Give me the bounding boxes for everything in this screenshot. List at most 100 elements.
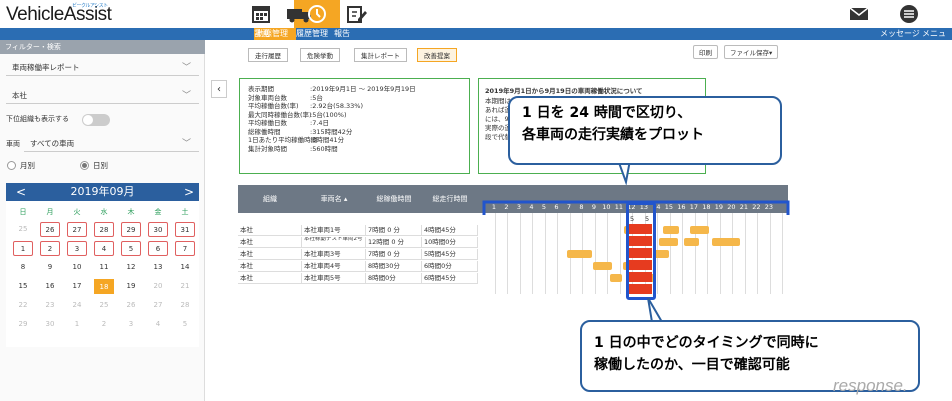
col-total-op[interactable]: 総稼働時間 [366, 185, 422, 213]
table-cell-vehicle[interactable]: 本社車両5号 [302, 273, 366, 284]
calendar-day[interactable]: 3 [121, 317, 141, 332]
calendar-next-button[interactable]: > [184, 183, 194, 201]
calendar-day[interactable]: 30 [148, 222, 168, 237]
calendar-day[interactable]: 16 [40, 279, 60, 294]
calendar-day[interactable]: 26 [40, 222, 60, 237]
calendar-day[interactable]: 27 [148, 298, 168, 313]
table-cell-total-op: 8時間0分 [366, 273, 422, 284]
calendar-day[interactable]: 13 [148, 260, 168, 275]
show-sub-toggle[interactable] [82, 114, 110, 126]
chevron-down-icon: ﹀ [181, 139, 191, 149]
report-select[interactable]: 車両稼働率レポート ﹀ [6, 60, 199, 76]
radio-daily[interactable] [80, 161, 89, 170]
calendar-day[interactable]: 6 [148, 241, 168, 256]
filter-title: フィルター・検索 [0, 40, 205, 54]
calendar-day[interactable]: 2 [94, 317, 114, 332]
calendar-day[interactable]: 28 [175, 298, 195, 313]
calendar-day[interactable]: 29 [121, 222, 141, 237]
activity-bar [711, 238, 741, 246]
calendar-day[interactable]: 18 [94, 279, 114, 294]
table-cell-total-drive: 6時間45分 [422, 273, 478, 284]
tab-danger[interactable]: 危険挙動 [300, 48, 340, 62]
chevron-down-icon: ﹀ [181, 91, 191, 101]
calendar-day[interactable]: 27 [67, 222, 87, 237]
table-cell-vehicle[interactable]: 本社車両4号 [302, 261, 366, 272]
calendar-day[interactable]: 19 [121, 279, 141, 294]
calendar-day[interactable]: 30 [40, 317, 60, 332]
calendar-day[interactable]: 24 [67, 298, 87, 313]
callout-bottom-line1: 1 日の中でどのタイミングで同時に [594, 335, 819, 351]
report-icon[interactable] [345, 3, 367, 25]
calendar-day[interactable]: 1 [13, 241, 33, 256]
calendar-icon[interactable] [250, 3, 272, 25]
activity-bar [690, 226, 709, 234]
summary-value: :5台 [310, 93, 323, 102]
activity-bar [684, 238, 699, 246]
calendar-day[interactable]: 4 [148, 317, 168, 332]
history-icon[interactable] [306, 3, 328, 25]
menu-main[interactable]: メニュー [922, 28, 952, 50]
table-cell-vehicle[interactable]: 本社車両1号 [302, 225, 366, 236]
hour-column [534, 213, 546, 294]
calendar-day[interactable]: 5 [121, 241, 141, 256]
menu-history[interactable]: 履歴管理 [296, 28, 328, 40]
calendar-day[interactable]: 20 [148, 279, 168, 294]
hour-column [759, 213, 771, 294]
calendar-prev-button[interactable]: < [16, 183, 26, 201]
print-button[interactable]: 印刷 [693, 45, 718, 59]
calendar-day[interactable]: 11 [94, 260, 114, 275]
calendar-day[interactable]: 9 [40, 260, 60, 275]
calendar-day[interactable]: 1 [67, 317, 87, 332]
tab-route-history[interactable]: 走行履歴 [248, 48, 288, 62]
table-cell-total-op: 8時間30分 [366, 261, 422, 272]
menu-messages[interactable]: メッセージ [880, 28, 920, 40]
col-vehicle[interactable]: 車両名 ▴ [302, 185, 366, 213]
calendar-day[interactable]: 3 [67, 241, 87, 256]
table-cell-total-op: 7時間 0 分 [366, 249, 422, 260]
weekday-label: 火 [73, 208, 81, 216]
calendar-day[interactable]: 28 [94, 222, 114, 237]
calendar-day[interactable]: 26 [121, 298, 141, 313]
calendar-day[interactable]: 25 [94, 298, 114, 313]
calendar-day[interactable]: 29 [13, 317, 33, 332]
table-cell-vehicle[interactable]: 本社車両3号 [302, 249, 366, 260]
menu-dynamics[interactable]: 動態管理 [256, 28, 288, 40]
summary-value: :2.92台(58.33%) [310, 102, 364, 110]
org-select[interactable]: 本社 ﹀ [6, 88, 199, 104]
summary-label: 平均稼働日数 [248, 119, 287, 127]
show-sub-label: 下位組織も表示する [6, 115, 69, 123]
calendar-day[interactable]: 8 [13, 260, 33, 275]
calendar-day[interactable]: 23 [40, 298, 60, 313]
calendar-day[interactable]: 5 [175, 317, 195, 332]
collapse-sidebar-button[interactable]: ‹ [211, 80, 227, 98]
menu-icon[interactable] [898, 3, 920, 25]
weekday-label: 木 [127, 208, 135, 216]
col-org[interactable]: 組織 [238, 185, 302, 213]
calendar-day[interactable]: 25 [13, 222, 33, 237]
tab-improvement[interactable]: 改善提案 [417, 48, 457, 62]
status-title: 2019年9月1日から9月19日の車両稼働状況について [485, 87, 643, 95]
hour-column [734, 213, 746, 294]
mail-icon[interactable] [848, 3, 870, 25]
calendar-day[interactable]: 7 [175, 241, 195, 256]
calendar-day[interactable]: 22 [13, 298, 33, 313]
table-cell-vehicle[interactable]: 本社稼動テスト車両2号 [302, 237, 366, 248]
calendar-day[interactable]: 31 [175, 222, 195, 237]
calendar-day[interactable]: 2 [40, 241, 60, 256]
app-logo[interactable]: VehicleAssist ビークルアシスト [6, 3, 112, 26]
calendar-day[interactable]: 21 [175, 279, 195, 294]
menu-report[interactable]: 報告 [334, 28, 350, 40]
save-file-button[interactable]: ファイル保存▾ [724, 45, 779, 59]
calendar-day[interactable]: 12 [121, 260, 141, 275]
tab-summary[interactable]: 集計レポート [354, 48, 407, 62]
calendar-day[interactable]: 4 [94, 241, 114, 256]
table-cell-org: 本社 [238, 273, 302, 284]
calendar-day[interactable]: 10 [67, 260, 87, 275]
calendar-day[interactable]: 14 [175, 260, 195, 275]
vehicle-select[interactable]: すべての車両 ﹀ [24, 136, 199, 152]
calendar-day[interactable]: 17 [67, 279, 87, 294]
summary-value: :560時間 [310, 144, 338, 153]
calendar-day[interactable]: 15 [13, 279, 33, 294]
activity-bar [659, 238, 678, 246]
radio-monthly[interactable] [7, 161, 16, 170]
